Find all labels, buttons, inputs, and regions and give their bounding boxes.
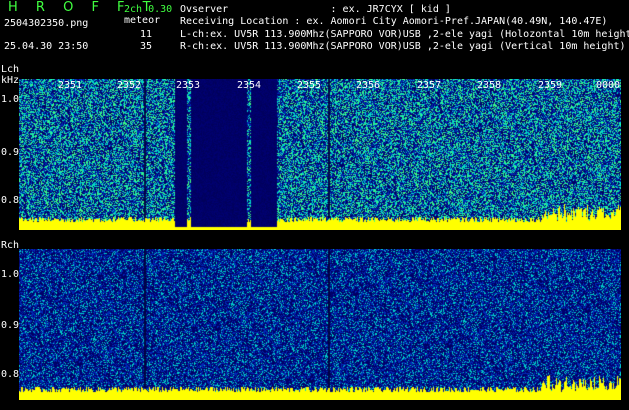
time-tick: 0000 bbox=[596, 80, 621, 91]
time-tick: 2355 bbox=[297, 80, 322, 91]
lch-ytick: 0.8 bbox=[1, 195, 20, 206]
time-tick: 2351 bbox=[58, 80, 83, 91]
observer-info: Ovserver : ex. JR7CYX [ kid ] bbox=[180, 4, 451, 15]
meteor-label: meteor bbox=[124, 15, 161, 26]
lch-ytick: 0.9 bbox=[1, 147, 20, 158]
time-tick: 2352 bbox=[117, 80, 142, 91]
location-info: Receiving Location : ex. Aomori City Aom… bbox=[180, 16, 608, 27]
lch-info: L-ch:ex. UV5R 113.900Mhz(SAPPORO VOR)USB… bbox=[180, 29, 629, 40]
time-tick: 2356 bbox=[356, 80, 381, 91]
rch-ytick: 1.0 bbox=[1, 269, 20, 280]
lch-meteor-count: 11 bbox=[140, 29, 153, 40]
time-tick: 2358 bbox=[477, 80, 502, 91]
rch-label: Rch bbox=[1, 240, 20, 251]
time-tick: 2359 bbox=[538, 80, 563, 91]
time-tick: 2354 bbox=[237, 80, 262, 91]
lch-ytick: 1.0 bbox=[1, 94, 20, 105]
rch-meteor-count: 35 bbox=[140, 41, 153, 52]
rch-spectrogram bbox=[19, 249, 621, 400]
lch-unit: kHz bbox=[1, 75, 20, 86]
rch-ytick: 0.9 bbox=[1, 320, 20, 331]
rch-info: R-ch:ex. UV5R 113.900Mhz(SAPPORO VOR)USB… bbox=[180, 41, 626, 52]
time-tick: 2357 bbox=[417, 80, 442, 91]
rch-ytick: 0.8 bbox=[1, 369, 20, 380]
datetime: 25.04.30 23:50 bbox=[4, 41, 89, 52]
filename: 2504302350.png bbox=[4, 18, 89, 29]
time-tick: 2353 bbox=[176, 80, 201, 91]
lch-spectrogram bbox=[19, 79, 621, 230]
